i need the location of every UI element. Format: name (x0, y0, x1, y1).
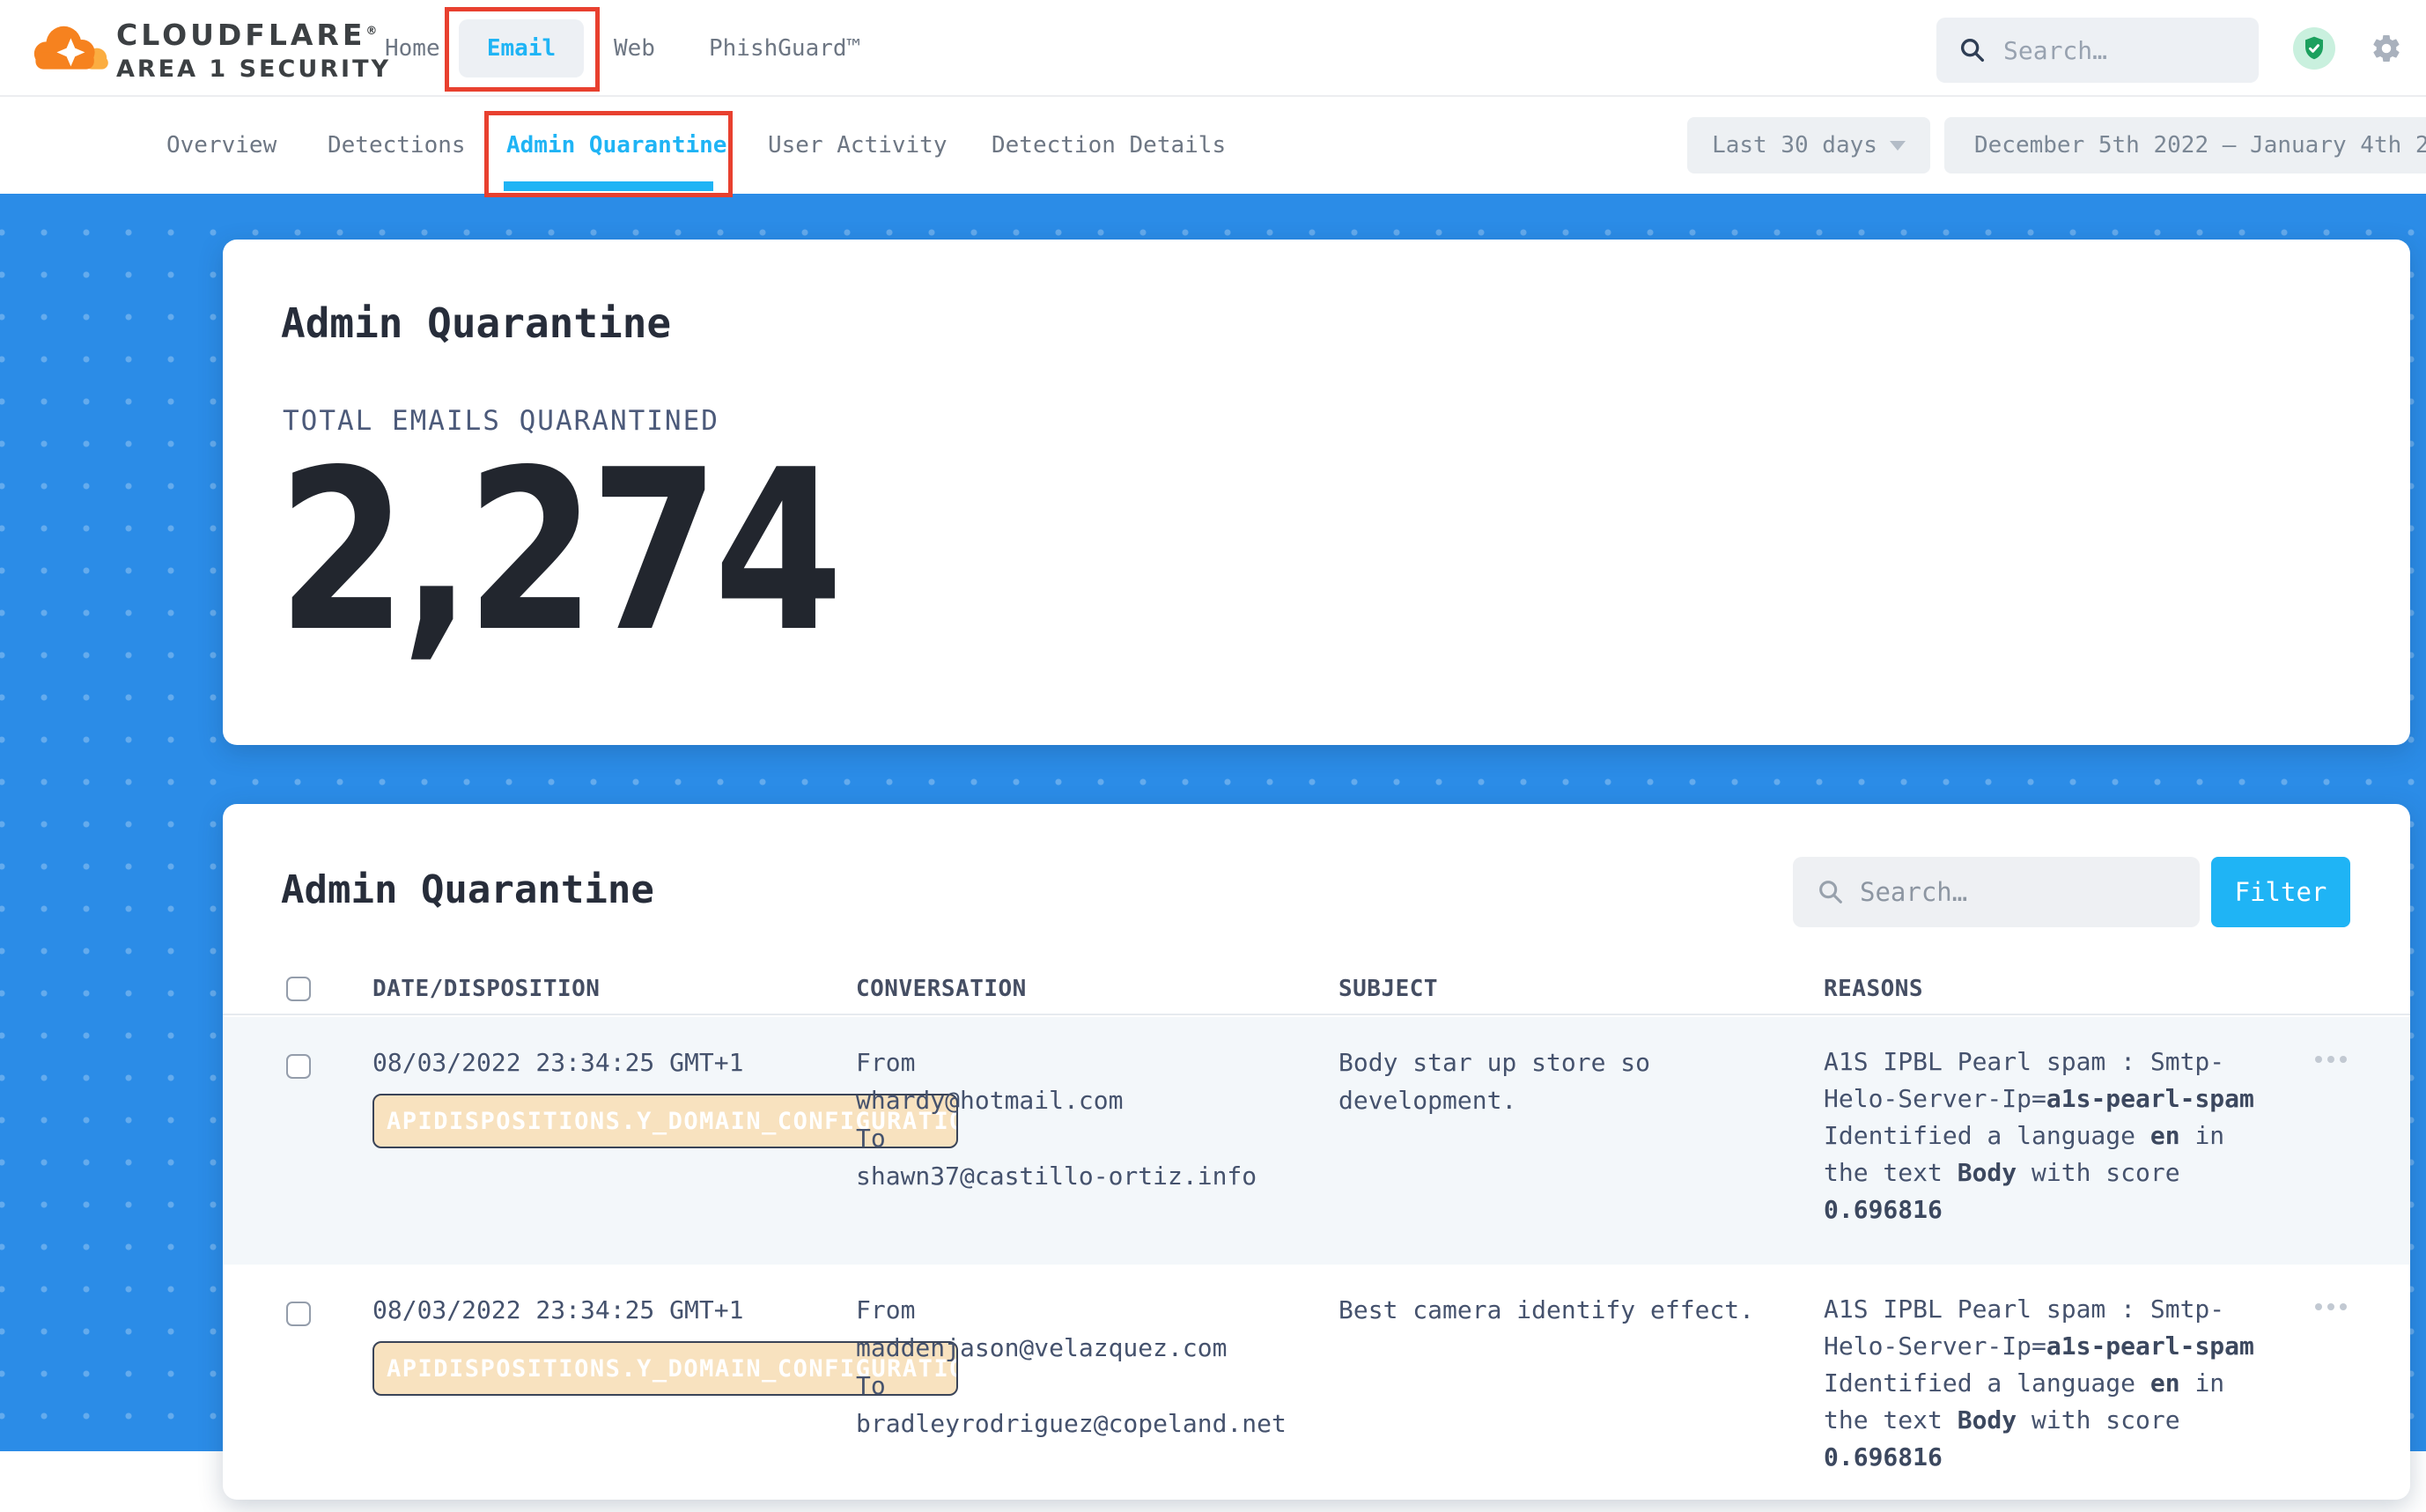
sub-navbar: Overview Detections Admin Quarantine Use… (0, 97, 2426, 194)
column-header-reasons[interactable]: REASONS (1824, 976, 2264, 1002)
column-header-date[interactable]: DATE/DISPOSITION (372, 976, 856, 1002)
from-label: From (856, 1291, 1338, 1329)
row-subject: Body star up store so development. (1338, 1044, 1824, 1119)
row-reasons: A1S IPBL Pearl spam : Smtp-Helo-Server-I… (1824, 1291, 2264, 1476)
date-range-field[interactable]: December 5th 2022 — January 4th 2023 (1944, 117, 2426, 173)
filter-button[interactable]: Filter (2211, 857, 2350, 927)
quarantine-table-card: Admin Quarantine Filter DATE/DISPOSITION… (223, 804, 2410, 1500)
row-conversation: From maddenjason@velazquez.com To bradle… (856, 1291, 1338, 1442)
annotation-box-admin-quarantine (484, 111, 733, 197)
tab-detection-details[interactable]: Detection Details (992, 97, 1226, 194)
row-actions-button[interactable] (2315, 1056, 2410, 1063)
tab-user-activity[interactable]: User Activity (768, 97, 948, 194)
tab-detections[interactable]: Detections (328, 97, 466, 194)
row-subject: Best camera identify effect. (1338, 1291, 1824, 1329)
table-card-title: Admin Quarantine (281, 867, 654, 912)
table-body: 08/03/2022 23:34:25 GMT+1 APIDISPOSITION… (223, 1017, 2410, 1512)
brand-name: CLOUDFLARE® (116, 18, 391, 52)
to-address[interactable]: shawn37@castillo-ortiz.info (856, 1157, 1338, 1195)
from-label: From (856, 1044, 1338, 1081)
to-address[interactable]: bradleyrodriguez@copeland.net (856, 1405, 1338, 1442)
row-conversation: From whardy@hotmail.com To shawn37@casti… (856, 1044, 1338, 1195)
shield-check-icon (2300, 34, 2328, 63)
brand-subtitle: AREA 1 SECURITY (116, 55, 391, 83)
table-header: DATE/DISPOSITION CONVERSATION SUBJECT RE… (223, 964, 2410, 1015)
table-row: 08/03/2022 23:34:25 GMT+1 APIDISPOSITION… (223, 1017, 2410, 1265)
row-checkbox[interactable] (286, 1302, 311, 1326)
top-navbar: CLOUDFLARE® AREA 1 SECURITY Home Email W… (0, 0, 2426, 97)
time-range-dropdown[interactable]: Last 30 days (1687, 117, 1930, 173)
summary-card-title: Admin Quarantine (281, 299, 671, 347)
page: CLOUDFLARE® AREA 1 SECURITY Home Email W… (0, 0, 2426, 1451)
tab-overview[interactable]: Overview (166, 97, 277, 194)
row-date: 08/03/2022 23:34:25 GMT+1 (372, 1044, 856, 1081)
metric-value: 2,274 (277, 451, 837, 653)
time-range-label: Last 30 days (1712, 132, 1877, 159)
global-search-input[interactable] (1987, 36, 2259, 65)
nav-item-phishguard[interactable]: PhishGuard™ (709, 0, 860, 97)
protection-status-badge[interactable] (2293, 27, 2335, 70)
table-search (1793, 857, 2200, 927)
row-reasons: A1S IPBL Pearl spam : Smtp-Helo-Server-I… (1824, 1044, 2264, 1228)
nav-item-web[interactable]: Web (614, 0, 655, 97)
cloudflare-logo-icon (26, 16, 111, 77)
content-background: Admin Quarantine TOTAL EMAILS QUARANTINE… (0, 194, 2426, 1451)
table-search-input[interactable] (1846, 877, 2200, 907)
row-checkbox[interactable] (286, 1054, 311, 1079)
global-search (1936, 18, 2259, 83)
nav-item-home[interactable]: Home (385, 0, 440, 97)
search-icon (1816, 877, 1846, 907)
registered-mark: ® (365, 25, 380, 38)
annotation-box-email (445, 7, 600, 92)
brand-text: CLOUDFLARE® AREA 1 SECURITY (116, 18, 391, 83)
column-header-conversation[interactable]: CONVERSATION (856, 976, 1338, 1002)
search-icon (1958, 35, 1987, 65)
from-address[interactable]: maddenjason@velazquez.com (856, 1329, 1338, 1367)
row-date: 08/03/2022 23:34:25 GMT+1 (372, 1291, 856, 1329)
table-row: 08/03/2022 23:34:25 GMT+1 APIDISPOSITION… (223, 1265, 2410, 1512)
chevron-down-icon (1890, 141, 1906, 151)
to-label: To (856, 1119, 1338, 1157)
summary-card: Admin Quarantine TOTAL EMAILS QUARANTINE… (223, 240, 2410, 745)
to-label: To (856, 1367, 1338, 1405)
settings-gear-icon[interactable] (2371, 33, 2402, 64)
select-all-checkbox[interactable] (286, 977, 311, 1001)
column-header-subject[interactable]: SUBJECT (1338, 976, 1824, 1002)
row-actions-button[interactable] (2315, 1303, 2410, 1310)
from-address[interactable]: whardy@hotmail.com (856, 1081, 1338, 1119)
